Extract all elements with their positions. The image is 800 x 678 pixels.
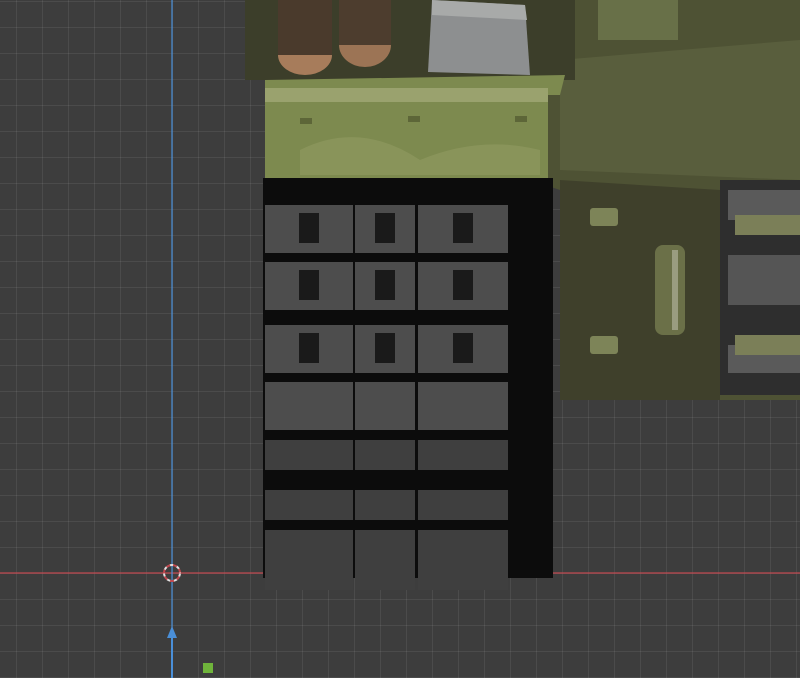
track-link: [418, 530, 508, 560]
tank-track-left[interactable]: [263, 178, 553, 590]
track-link: [265, 530, 353, 560]
3d-viewport[interactable]: [0, 0, 800, 678]
track-link-hole: [375, 333, 395, 363]
track-link-hole: [299, 213, 319, 243]
track-link: [418, 440, 508, 470]
track-link-hole: [375, 270, 395, 300]
track-link: [265, 560, 353, 590]
track-link-hole: [299, 333, 319, 363]
track-link: [355, 382, 415, 430]
track-link-hole: [299, 270, 319, 300]
track-link-hole: [375, 213, 395, 243]
track-link: [355, 440, 415, 470]
tank-track-right[interactable]: [720, 180, 800, 395]
track-link: [355, 490, 415, 520]
track-link: [418, 560, 508, 590]
track-link-hole: [453, 270, 473, 300]
tank-stowage[interactable]: [245, 0, 575, 80]
track-link: [355, 560, 415, 590]
track-link: [265, 440, 353, 470]
scene: [0, 0, 800, 678]
track-link: [418, 490, 508, 520]
track-link: [265, 382, 353, 430]
track-link-hole: [453, 333, 473, 363]
origin-point-icon[interactable]: [203, 663, 213, 673]
z-axis-arrow-icon[interactable]: [167, 626, 177, 678]
track-link-hole: [453, 213, 473, 243]
track-link: [265, 490, 353, 520]
tank-fender[interactable]: [265, 75, 565, 178]
track-link: [418, 382, 508, 430]
track-link: [355, 530, 415, 560]
